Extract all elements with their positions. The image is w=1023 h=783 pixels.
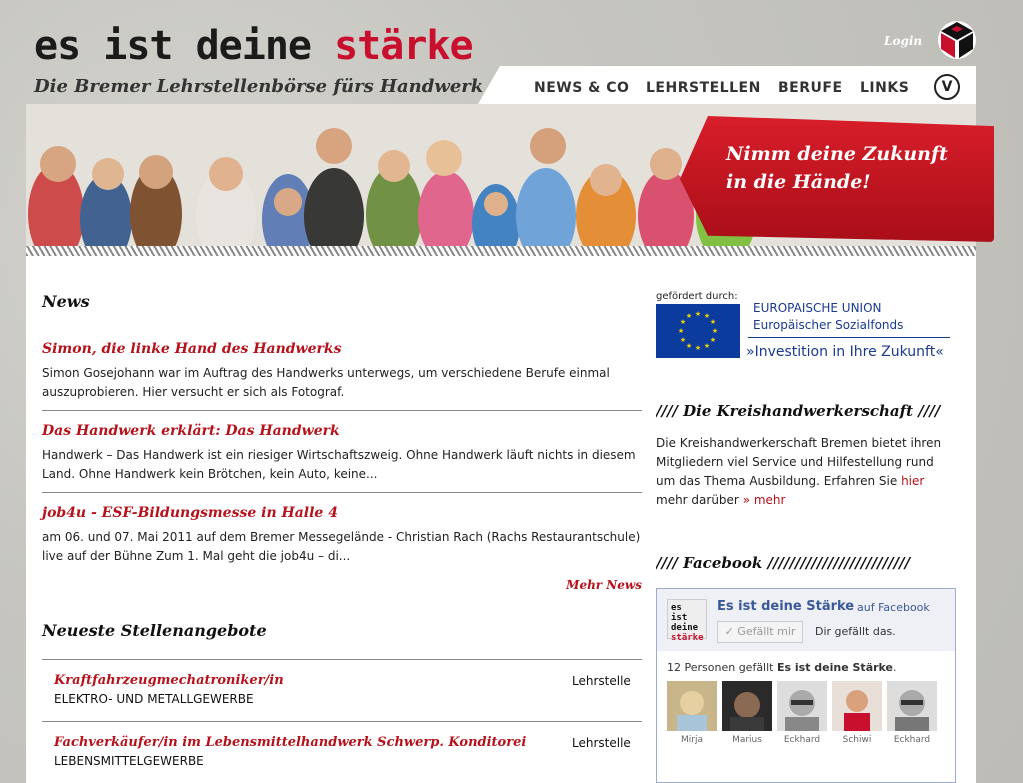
- job-title[interactable]: Kraftfahrzeugmechatroniker/in: [54, 673, 284, 688]
- funded-by-label: gefördert durch:: [656, 291, 738, 302]
- fb-logo-line: es ist: [671, 603, 688, 623]
- login-link[interactable]: Login: [884, 34, 922, 48]
- nav-news[interactable]: NEWS & CO: [534, 80, 629, 96]
- nav-berufe[interactable]: BERUFE: [778, 80, 843, 96]
- divider: [42, 659, 642, 660]
- cube-logo-icon: [938, 21, 976, 59]
- facebook-heading: //// Facebook //////////////////////////: [656, 554, 910, 572]
- svg-text:★: ★: [686, 312, 692, 320]
- eu-line-1: EUROPAISCHE UNION: [753, 301, 882, 315]
- svg-text:★: ★: [710, 318, 716, 326]
- fan-avatar[interactable]: [832, 681, 882, 731]
- fb-like-button[interactable]: ✓ Gefällt mir: [717, 621, 803, 643]
- svg-text:★: ★: [695, 310, 701, 318]
- divider: [42, 410, 642, 411]
- svg-text:★: ★: [712, 327, 718, 335]
- hero-banner-text: Nimm deine Zukunft in die Hände!: [726, 140, 976, 196]
- kreis-hier-link[interactable]: hier: [901, 474, 924, 488]
- fb-page-logo[interactable]: es ist deine stärke: [667, 599, 707, 643]
- fb-logo-line: deine: [671, 623, 699, 633]
- fan-name: Eckhard: [783, 735, 821, 745]
- job-category: LEBENSMITTELGEWERBE: [54, 754, 204, 768]
- svg-text:★: ★: [680, 336, 686, 344]
- job-type: Lehrstelle: [572, 674, 631, 688]
- svg-text:★: ★: [704, 342, 710, 350]
- site-logo[interactable]: es ist deine stärke: [34, 22, 474, 70]
- svg-text:★: ★: [686, 342, 692, 350]
- fb-page-name[interactable]: Es ist deine Stärke: [717, 599, 854, 614]
- fan-avatar[interactable]: [777, 681, 827, 731]
- logo-text-part1: es ist deine: [34, 23, 335, 69]
- news-item-title[interactable]: Simon, die linke Hand des Handwerks: [42, 341, 341, 357]
- kreis-body: Die Kreishandwerkerschaft Bremen bietet …: [656, 434, 956, 510]
- banner-line-2: in die Hände!: [726, 171, 871, 193]
- job-category: ELEKTRO- UND METALLGEWERBE: [54, 692, 254, 706]
- nav-links[interactable]: LINKS: [860, 80, 909, 96]
- svg-text:★: ★: [710, 336, 716, 344]
- fan-name: Marius: [732, 735, 762, 745]
- kreis-more-link[interactable]: » mehr: [743, 493, 786, 507]
- svg-text:★: ★: [678, 327, 684, 335]
- job-title[interactable]: Fachverkäufer/in im Lebensmittelhandwerk…: [54, 735, 526, 750]
- banner-line-1: Nimm deine Zukunft: [726, 143, 948, 165]
- nav-lehrstellen[interactable]: LEHRSTELLEN: [646, 80, 761, 96]
- news-heading: News: [42, 292, 90, 311]
- fb-fan-count: 12 Personen gefällt Es ist deine Stärke.: [667, 661, 897, 674]
- fan-name: Eckhard: [893, 735, 931, 745]
- eu-line-3: »Investition in Ihre Zukunft«: [746, 344, 944, 360]
- v-circle-icon[interactable]: V: [934, 74, 960, 100]
- eu-line-2: Europäischer Sozialfonds: [753, 318, 904, 332]
- jobs-heading: Neueste Stellenangebote: [42, 621, 267, 640]
- kreis-text: Die Kreishandwerkerschaft Bremen bietet …: [656, 436, 942, 488]
- news-item-body: Handwerk – Das Handwerk ist ein riesiger…: [42, 448, 636, 481]
- divider: [42, 721, 642, 722]
- fan-avatar[interactable]: [722, 681, 772, 731]
- svg-text:★: ★: [695, 344, 701, 352]
- kreis-heading: //// Die Kreishandwerkerschaft ////: [656, 402, 941, 420]
- logo-text-part2: stärke: [334, 23, 473, 69]
- fb-likes-text: Dir gefällt das.: [815, 625, 896, 638]
- news-item-body: am 06. und 07. Mai 2011 auf dem Bremer M…: [42, 530, 641, 563]
- fan-name: Mirja: [681, 735, 703, 745]
- job-type: Lehrstelle: [572, 736, 631, 750]
- fb-count-name: Es ist deine Stärke: [776, 661, 894, 674]
- fan-name: Schiwi: [842, 735, 872, 745]
- fan-avatar[interactable]: [887, 681, 937, 731]
- site-tagline: Die Bremer Lehrstellenbörse fürs Handwer…: [34, 76, 484, 97]
- kreis-text-2: mehr darüber: [656, 493, 743, 507]
- news-item-body: Simon Gosejohann war im Auftrag des Hand…: [42, 366, 610, 399]
- divider: [42, 492, 642, 493]
- news-item-title[interactable]: Das Handwerk erklärt: Das Handwerk: [42, 423, 340, 439]
- hatched-divider: [26, 246, 976, 256]
- facebook-widget: es ist deine stärke Es ist deine Stärke …: [656, 588, 956, 783]
- fan-avatar[interactable]: [667, 681, 717, 731]
- eu-flag-icon: ★ ★★ ★★★ ★★★ ★★★: [656, 304, 740, 358]
- news-item-title[interactable]: job4u - ESF-Bildungsmesse in Halle 4: [42, 505, 338, 521]
- fb-count-prefix: 12 Personen gefällt: [667, 661, 777, 674]
- fb-on-facebook[interactable]: auf Facebook: [857, 601, 930, 614]
- fb-logo-line: stärke: [671, 633, 704, 643]
- more-news-link[interactable]: Mehr News: [566, 578, 642, 592]
- divider: [748, 337, 950, 338]
- fb-count-suffix: .: [893, 661, 897, 674]
